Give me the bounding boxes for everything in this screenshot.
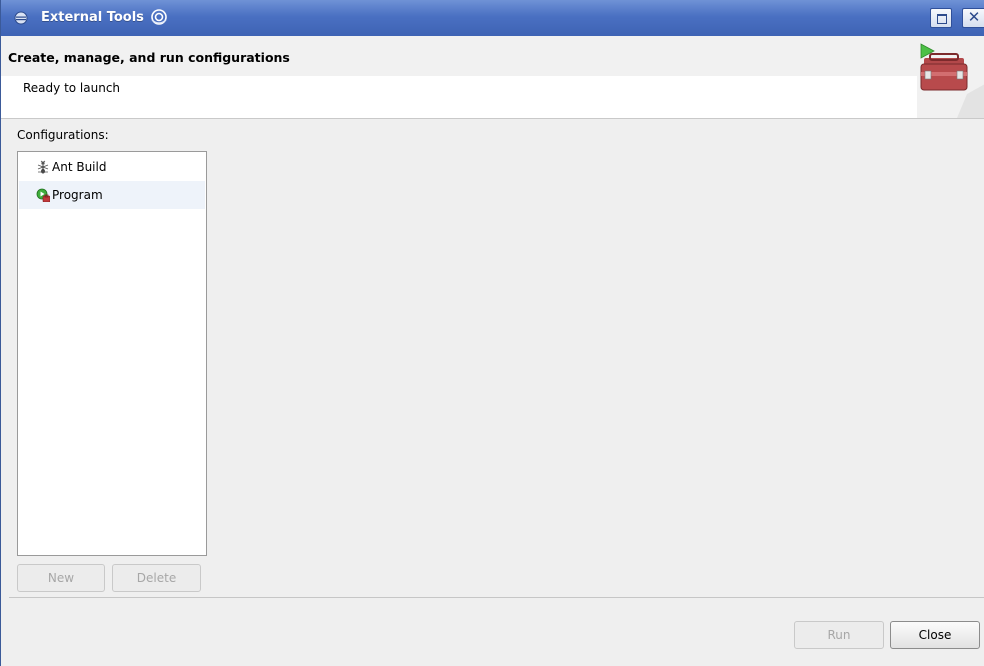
configurations-label: Configurations: xyxy=(17,128,109,142)
close-icon: ✕ xyxy=(967,8,981,26)
configurations-tree[interactable]: Ant Build Program xyxy=(17,151,207,556)
toolbox-run-icon xyxy=(917,36,984,118)
banner-message: Ready to launch xyxy=(23,81,121,95)
title-bar[interactable]: External Tools ✕ xyxy=(1,0,984,36)
tree-item-ant-build[interactable]: Ant Build xyxy=(19,153,205,181)
header-separator xyxy=(1,118,984,119)
new-button[interactable]: New xyxy=(17,564,105,592)
app-icon xyxy=(14,11,28,25)
header-banner: Create, manage, and run configurations R… xyxy=(1,36,984,118)
footer-separator xyxy=(9,597,984,598)
tree-item-label: Ant Build xyxy=(52,160,107,174)
window-title: External Tools xyxy=(41,10,144,25)
run-button[interactable]: Run xyxy=(794,621,884,649)
banner-title: Create, manage, and run configurations xyxy=(8,50,290,65)
delete-button[interactable]: Delete xyxy=(112,564,201,592)
maximize-button[interactable] xyxy=(930,8,952,28)
busy-icon xyxy=(150,8,168,26)
tree-item-label: Program xyxy=(52,188,103,202)
tree-item-program[interactable]: Program xyxy=(19,181,205,209)
external-tools-dialog: External Tools ✕ Create, manage, and run… xyxy=(0,0,984,666)
close-button[interactable]: Close xyxy=(890,621,980,649)
program-icon xyxy=(36,188,51,203)
ant-icon xyxy=(36,160,50,174)
close-window-button[interactable]: ✕ xyxy=(962,8,984,28)
